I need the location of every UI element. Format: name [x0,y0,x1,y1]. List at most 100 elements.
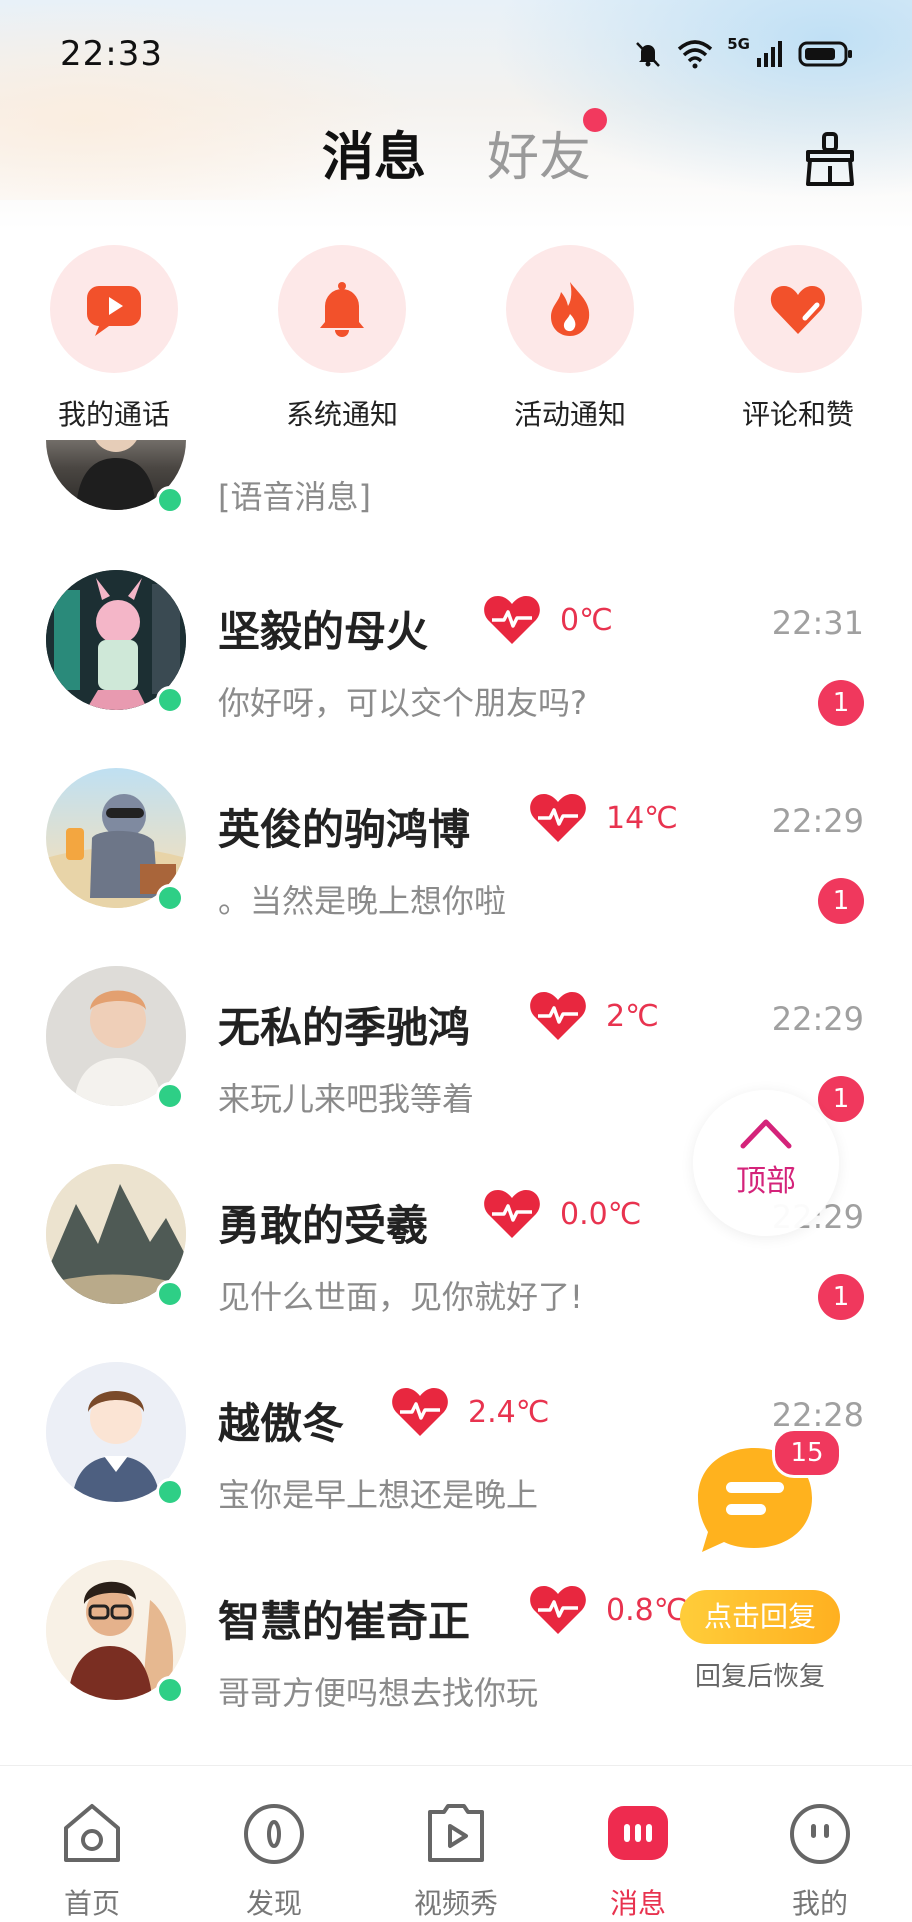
clear-unread-button[interactable] [800,130,860,190]
nav-home[interactable]: 首页 [22,1798,162,1922]
message-time: 22:29 [771,1000,864,1038]
nav-video-show-label: 视频秀 [413,1887,498,1920]
online-indicator [156,1478,184,1506]
wifi-icon [678,40,713,69]
video-play-icon [428,1804,484,1862]
nav-discover[interactable]: 发现 [204,1798,344,1922]
contact-name: 英俊的驹鸿博 [218,805,471,854]
quick-reply-widget[interactable]: 15 点击回复 回复后恢复 [660,1420,860,1700]
intimacy-indicator: 2.4℃ [390,1386,549,1438]
online-indicator [156,486,184,514]
nav-profile[interactable]: 我的 [750,1798,890,1922]
nav-profile-label: 我的 [791,1887,848,1920]
online-indicator [156,686,184,714]
heart-pulse-icon [530,1586,586,1634]
quick-reply-button[interactable]: 点击回复 [680,1590,840,1644]
muted-bell-icon [636,42,661,67]
video-call-icon [87,286,141,336]
list-item[interactable]: 英俊的驹鸿博 14℃ 22:29 。当然是晚上想你啦 1 [0,768,912,968]
shortcut-label: 活动通知 [513,398,626,431]
quick-reply-count-badge: 15 [772,1428,842,1478]
message-preview: 。当然是晚上想你啦 [218,882,507,920]
shortcut-activity-notice[interactable]: 活动通知 [480,245,660,433]
message-preview: 你好呀，可以交个朋友吗? [218,684,587,722]
shortcut-label: 评论和赞 [741,398,854,431]
home-icon [64,1804,120,1862]
intimacy-temp: 14℃ [606,800,678,836]
tab-messages-label: 消息 [322,128,427,188]
status-icons: 5G [633,34,854,74]
tab-messages[interactable]: 消息 [322,115,430,190]
network-type: 5G [727,35,750,53]
flame-icon [551,282,590,336]
intimacy-indicator: 2℃ [528,990,659,1042]
message-preview: 见什么世面，见你就好了! [218,1278,583,1316]
tab-friends[interactable]: 好友 [487,115,591,190]
heart-pulse-icon [530,992,586,1040]
shortcut-label: 系统通知 [285,398,398,431]
status-bar: 22:33 5G [0,0,912,110]
nav-home-label: 首页 [63,1887,120,1920]
heart-pulse-icon [392,1388,448,1436]
quick-reply-hint: 回复后恢复 [694,1662,825,1692]
shortcut-circle [506,245,634,373]
heart-pulse-icon [484,596,540,644]
shortcut-circle [734,245,862,373]
battery-icon [798,41,852,67]
nav-discover-label: 发现 [245,1887,302,1920]
shortcut-row: 我的通话 系统通知 活动通知 评论和赞 [0,245,912,445]
intimacy-indicator: 0℃ [482,594,613,646]
unread-badge: 1 [818,1274,864,1320]
unread-badge: 1 [818,1076,864,1122]
nav-video-show[interactable]: 视频秀 [386,1798,526,1922]
message-time: 22:29 [771,802,864,840]
bottom-navigation: 首页 发现 视频秀 消息 我的 [0,1765,912,1921]
list-item[interactable]: 坚毅的母火 0℃ 22:31 你好呀，可以交个朋友吗? 1 [0,570,912,770]
tab-friends-label: 好友 [487,128,592,188]
contact-name: 智慧的崔奇正 [218,1597,471,1646]
signal-icon [757,41,782,67]
profile-face-icon [790,1804,850,1864]
intimacy-indicator: 0.0℃ [482,1188,641,1240]
message-preview: [语音消息] [218,478,371,516]
shortcut-system-notice[interactable]: 系统通知 [252,245,432,433]
list-item[interactable]: [语音消息] [0,440,912,530]
online-indicator [156,884,184,912]
shortcut-my-calls[interactable]: 我的通话 [24,245,204,433]
online-indicator [156,1280,184,1308]
online-indicator [156,1082,184,1110]
heart-edit-icon [770,286,826,334]
unread-badge: 1 [818,878,864,924]
contact-name: 坚毅的母火 [218,607,429,656]
heart-pulse-icon [530,794,586,842]
nav-messages[interactable]: 消息 [568,1798,708,1922]
message-tabs: 消息 好友 [0,115,912,205]
broom-icon [806,132,854,186]
shortcut-circle [278,245,406,373]
message-preview: 宝你是早上想还是晚上 [218,1476,539,1514]
intimacy-temp: 2℃ [606,998,659,1034]
unread-badge: 1 [818,680,864,726]
shortcut-comments-likes[interactable]: 评论和赞 [708,245,888,433]
message-preview: 来玩儿来吧我等着 [218,1080,475,1118]
online-indicator [156,1676,184,1704]
clock: 22:33 [60,34,163,74]
back-to-top-button[interactable]: 顶部 [693,1090,839,1236]
nav-messages-label: 消息 [609,1887,666,1920]
heart-pulse-icon [484,1190,540,1238]
intimacy-temp: 2.4℃ [468,1394,550,1430]
shortcut-circle [50,245,178,373]
friends-notification-dot [583,108,607,132]
message-active-icon [608,1806,668,1860]
intimacy-indicator: 14℃ [528,792,678,844]
message-preview: 哥哥方便吗想去找你玩 [218,1674,539,1712]
shortcut-label: 我的通话 [57,398,170,431]
message-time: 22:31 [771,604,864,642]
chevron-up-icon [740,1119,792,1149]
intimacy-temp: 0.0℃ [560,1196,642,1232]
bell-icon [320,282,364,337]
intimacy-temp: 0℃ [560,602,613,638]
contact-name: 越傲冬 [218,1399,345,1448]
compass-icon [244,1804,304,1864]
contact-name: 无私的季驰鸿 [218,1003,471,1052]
